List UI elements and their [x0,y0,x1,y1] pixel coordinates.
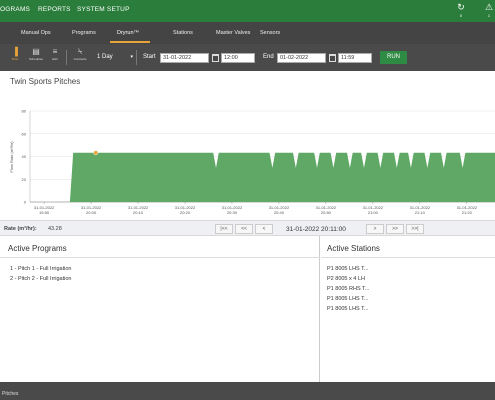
x-axis: 31-01-202219:5031-01-202220:0031-01-2022… [34,205,478,215]
edit-label: Edit [52,57,58,61]
toolbar-divider [66,50,67,65]
schedule-icon: ▤ [32,47,40,56]
end-time-input[interactable] [338,53,372,63]
start-label: Start [143,54,156,60]
x-tick-time: 20:40 [274,210,285,215]
chart-area [69,150,495,202]
active-programs-title: Active Programs [8,244,67,253]
toolbar-divider [136,50,137,65]
program-item[interactable]: 2 - Pitch 2 - Full Irrigation [10,276,71,282]
x-tick-time: 20:30 [227,210,238,215]
footer-label: Pitches [2,391,19,397]
first-page-button[interactable]: |<< [215,224,233,234]
nav-reports[interactable]: REPORTS [38,6,71,13]
nav-system-setup[interactable]: SYSTEM SETUP [77,6,130,13]
rate-bar: Rate (m³/hr): 43.28 |<< << < 31-01-2022 … [0,220,495,236]
toolbar: ▐ Flow ▤ Schedules ≡ Edit ⍀ Contracts 1 … [0,44,495,71]
top-nav: OGRAMS REPORTS SYSTEM SETUP ↻ 0 ⚠ 1 [0,0,495,22]
period-select[interactable]: 1 Day ▾ [95,52,133,63]
x-tick-time: 20:10 [133,210,144,215]
x-tick-time: 20:20 [180,210,191,215]
footer-bar: Pitches [0,382,495,400]
rate-value: 43.28 [48,226,62,232]
x-tick-time: 21:10 [415,210,426,215]
nav-programs[interactable]: OGRAMS [0,6,30,13]
edit-button[interactable]: ≡ Edit [48,47,62,69]
y-tick-label: 40 [22,154,27,159]
flow-rate-chart: 0 20 40 60 80 31-01-202219:5031-01-202220:00… [9,109,495,215]
contract-icon: ⍀ [77,47,83,56]
divider [321,257,495,258]
y-tick-label: 20 [22,177,27,182]
x-tick-time: 20:00 [86,210,97,215]
next-button[interactable]: > [366,224,384,234]
alerts-badge: 1 [487,13,491,18]
current-time: 31-01-2022 20:11:00 [286,226,346,233]
active-programs-panel: Active Programs 1 - Pitch 1 - Full Irrig… [0,236,320,382]
tab-sensors[interactable]: Sensors [260,30,280,36]
tab-programs[interactable]: Programs [72,30,96,36]
x-tick-time: 21:20 [462,210,473,215]
chevron-down-icon: ▾ [130,54,133,60]
tab-bar: Manual Ops Programs Dryrun™ Stations Mas… [0,22,495,44]
y-tick-label: 80 [22,109,27,114]
sync-badge: 0 [459,13,463,18]
end-date-input[interactable] [277,53,326,63]
start-time-input[interactable] [221,53,255,63]
y-axis-label: Flow Rate (m³/hr) [9,141,14,173]
tab-manual-ops[interactable]: Manual Ops [21,30,51,36]
y-tick-label: 60 [22,131,27,136]
warning-icon: ⚠ [484,2,494,12]
panel-title: Twin Sports Pitches [10,77,81,86]
prev-fast-button[interactable]: << [235,224,253,234]
calendar-icon[interactable] [212,54,219,62]
station-item[interactable]: P1 8005 RHS T... [327,286,369,292]
rate-label: Rate (m³/hr): [4,226,37,232]
app-window: OGRAMS REPORTS SYSTEM SETUP ↻ 0 ⚠ 1 Manu… [0,0,495,400]
last-page-button[interactable]: >>| [406,224,424,234]
start-date-input[interactable] [160,53,209,63]
contracts-label: Contracts [73,57,87,61]
tab-master-valves[interactable]: Master Valves [216,30,250,36]
run-button[interactable]: RUN [380,51,407,64]
schedules-button[interactable]: ▤ Schedules [29,47,43,69]
station-item[interactable]: P1 8005 LHS T... [327,306,368,312]
current-point-marker [93,150,99,156]
y-axis: 0 20 40 60 80 [22,109,27,205]
flow-view-label: Flow [11,57,19,61]
station-item[interactable]: P1 8005 LHS T... [327,266,368,272]
active-stations-panel: Active Stations P1 8005 LHS T... P2 8005… [321,236,495,382]
contracts-button[interactable]: ⍀ Contracts [73,47,87,69]
prev-button[interactable]: < [255,224,273,234]
program-item[interactable]: 1 - Pitch 1 - Full Irrigation [10,266,71,272]
x-tick-time: 19:50 [39,210,50,215]
sync-icon: ↻ [457,2,465,12]
end-label: End [263,54,274,60]
lower-panels: Active Programs 1 - Pitch 1 - Full Irrig… [0,236,495,382]
schedules-label: Schedules [29,57,44,61]
next-fast-button[interactable]: >> [386,224,404,234]
calendar-icon[interactable] [329,54,336,62]
divider [0,257,320,258]
y-tick-label: 0 [24,200,27,205]
x-tick-time: 20:50 [321,210,332,215]
alerts-button[interactable]: ⚠ 1 [482,2,495,20]
sync-button[interactable]: ↻ 0 [454,2,468,20]
flow-area-series [69,152,495,202]
tab-dryrun[interactable]: Dryrun™ [117,30,139,36]
station-item[interactable]: P1 8005 LHS T... [327,296,368,302]
station-item[interactable]: P2 8005 x 4 LH [327,276,365,282]
period-value: 1 Day [97,54,113,60]
flow-view-button[interactable]: ▐ Flow [8,47,22,69]
tab-stations[interactable]: Stations [173,30,193,36]
active-tab-indicator [110,41,150,43]
list-icon: ≡ [52,47,58,56]
active-stations-title: Active Stations [327,244,380,253]
bar-chart-icon: ▐ [12,47,18,56]
x-tick-time: 21:00 [368,210,379,215]
